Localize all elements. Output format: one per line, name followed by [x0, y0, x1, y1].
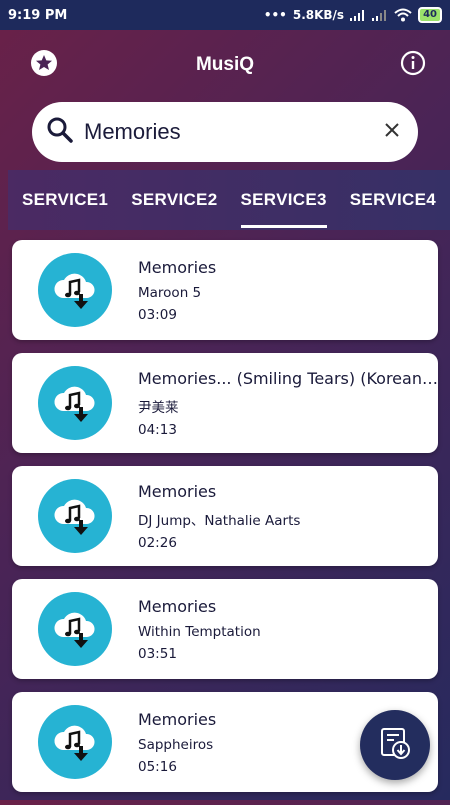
battery-icon: 40: [418, 7, 442, 23]
song-title: Memories... (Smiling Tears) (Korean Ver.…: [138, 368, 438, 388]
status-right: ••• 5.8KB/s 40: [264, 7, 442, 23]
service-tabs: SERVICE1 SERVICE2 SERVICE3 SERVICE4: [8, 170, 450, 230]
song-duration: 02:26: [138, 534, 177, 551]
song-title: Memories: [138, 596, 217, 616]
cloud-download-music-icon[interactable]: [38, 705, 112, 779]
tab-service2[interactable]: SERVICE2: [131, 170, 217, 230]
song-artist: Within Temptation: [138, 623, 261, 640]
status-bar: 9:19 PM ••• 5.8KB/s 40: [0, 0, 450, 30]
search-icon[interactable]: [46, 116, 74, 148]
star-icon[interactable]: [30, 49, 58, 81]
app-bar: MusiQ: [0, 30, 450, 100]
app-title: MusiQ: [195, 54, 255, 75]
signal-icon: [350, 10, 365, 21]
search-input[interactable]: [82, 118, 384, 146]
song-duration: 03:51: [138, 645, 177, 662]
wifi-icon: [394, 8, 412, 22]
downloads-list-icon: [378, 726, 412, 764]
clear-icon[interactable]: [384, 122, 400, 142]
song-meta: Memories... (Smiling Tears) (Korean Ver.…: [138, 369, 438, 438]
list-item[interactable]: Memories DJ Jump、Nathalie Aarts 02:26: [12, 466, 438, 566]
song-title: Memories: [138, 257, 217, 277]
song-artist: DJ Jump、Nathalie Aarts: [138, 512, 301, 529]
song-meta: Memories DJ Jump、Nathalie Aarts 02:26: [138, 482, 438, 551]
search-bar: [32, 102, 418, 162]
song-artist: 尹美莱: [138, 399, 179, 416]
tab-service4[interactable]: SERVICE4: [350, 170, 436, 230]
downloads-fab-button[interactable]: [360, 710, 430, 780]
dots-icon: •••: [263, 8, 287, 22]
song-duration: 03:09: [138, 306, 177, 323]
tab-service3[interactable]: SERVICE3: [240, 170, 327, 230]
list-item[interactable]: Memories... (Smiling Tears) (Korean Ver.…: [12, 353, 438, 453]
song-duration: 04:13: [138, 421, 177, 438]
song-meta: Memories Maroon 5 03:09: [138, 258, 438, 323]
info-icon[interactable]: [400, 50, 426, 80]
status-time: 9:19 PM: [8, 7, 68, 23]
signal-icon-2: [372, 10, 387, 21]
list-item[interactable]: Memories Maroon 5 03:09: [12, 240, 438, 340]
tab-service1[interactable]: SERVICE1: [22, 170, 108, 230]
network-speed: 5.8KB/s: [292, 8, 345, 22]
cloud-download-music-icon[interactable]: [38, 253, 112, 327]
list-item[interactable]: Memories Within Temptation 03:51: [12, 579, 438, 679]
song-artist: Maroon 5: [138, 284, 202, 301]
cloud-download-music-icon[interactable]: [38, 479, 112, 553]
cloud-download-music-icon[interactable]: [38, 592, 112, 666]
song-meta: Memories Within Temptation 03:51: [138, 597, 438, 662]
cloud-download-music-icon[interactable]: [38, 366, 112, 440]
song-title: Memories: [138, 481, 217, 501]
